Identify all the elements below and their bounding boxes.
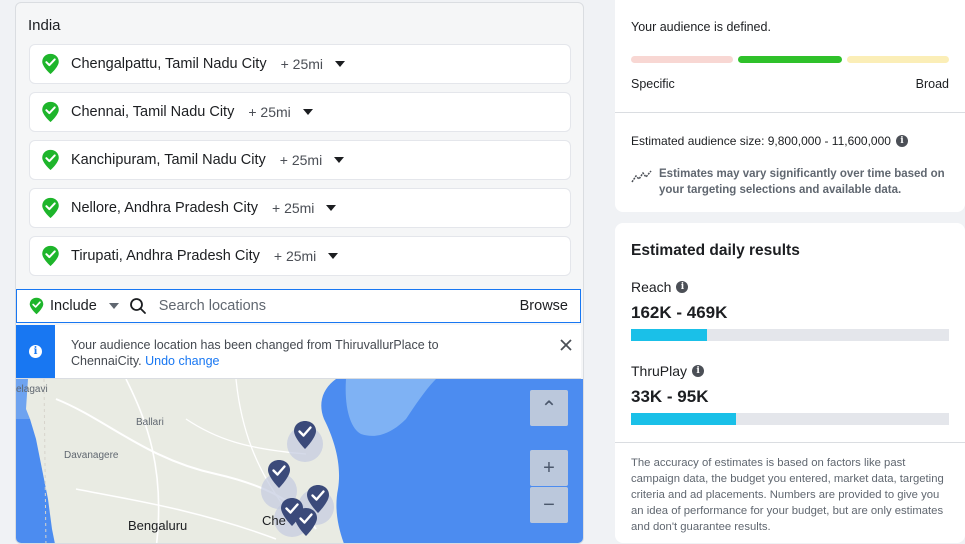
location-name: Chennai, Tamil Nadu City — [71, 104, 235, 120]
reach-label: Reach i — [631, 279, 689, 295]
location-name: Nellore, Andhra Pradesh City — [71, 200, 258, 216]
trend-icon — [631, 170, 652, 183]
location-pin-icon — [41, 197, 60, 219]
include-caret-icon[interactable] — [108, 303, 119, 309]
location-radius[interactable]: + 25mi — [248, 104, 290, 120]
broad-label: Broad — [915, 77, 949, 91]
close-icon[interactable] — [559, 338, 573, 352]
location-pin-icon — [41, 53, 60, 75]
location-pin-icon — [41, 101, 60, 123]
radius-dropdown-icon[interactable] — [328, 253, 339, 259]
audience-defined-text: Your audience is defined. — [631, 20, 771, 34]
info-icon[interactable]: i — [692, 365, 705, 377]
include-pin-icon[interactable] — [29, 297, 44, 315]
location-radius[interactable]: + 25mi — [274, 248, 316, 264]
notice-stripe: i — [16, 325, 55, 378]
meter-specific-segment — [631, 56, 733, 63]
map-zoom-out-button[interactable]: − — [530, 487, 568, 523]
search-icon — [129, 297, 147, 315]
location-radius[interactable]: + 25mi — [281, 56, 323, 72]
divider — [615, 112, 965, 113]
info-icon[interactable]: i — [676, 281, 689, 293]
notice-message: Your audience location has been changed … — [71, 337, 511, 369]
location-item[interactable]: Tirupati, Andhra Pradesh City + 25mi — [29, 236, 571, 276]
thruplay-label: ThruPlay i — [631, 363, 705, 379]
accuracy-disclaimer: The accuracy of estimates is based on fa… — [631, 457, 944, 533]
thruplay-bar-fill — [631, 413, 736, 425]
specific-label: Specific — [631, 77, 675, 91]
search-input[interactable] — [156, 297, 491, 315]
map-marker-icon[interactable] — [267, 459, 291, 489]
location-item[interactable]: Chennai, Tamil Nadu City + 25mi — [29, 92, 571, 132]
map-label: Bengaluru — [128, 518, 188, 533]
audience-definition-card: Your audience is defined. Specific Broad… — [615, 0, 965, 212]
results-title: Estimated daily results — [631, 242, 800, 259]
thruplay-bar — [631, 413, 949, 425]
location-pin-icon — [41, 245, 60, 267]
browse-button[interactable]: Browse — [520, 298, 568, 314]
map-label: Ballari — [136, 417, 164, 428]
location-radius[interactable]: + 25mi — [280, 152, 322, 168]
info-icon: i — [29, 345, 42, 358]
reach-label-text: Reach — [631, 279, 672, 295]
estimated-results-card: Estimated daily results Reach i 162K - 4… — [615, 223, 965, 543]
map-label: elagavi — [16, 384, 48, 395]
location-panel: India Chengalpattu, Tamil Nadu City + 25… — [15, 2, 584, 544]
radius-dropdown-icon[interactable] — [302, 109, 313, 115]
map-marker-icon[interactable] — [294, 507, 318, 537]
radius-dropdown-icon[interactable] — [335, 61, 346, 67]
thruplay-label-text: ThruPlay — [631, 363, 688, 379]
audience-size: Estimated audience size: 9,800,000 - 11,… — [631, 134, 908, 148]
map-marker-icon[interactable] — [293, 420, 317, 450]
thruplay-value: 33K - 95K — [631, 387, 709, 406]
reach-bar — [631, 329, 949, 341]
audience-size-text: Estimated audience size: 9,800,000 - 11,… — [631, 134, 891, 148]
location-name: Kanchipuram, Tamil Nadu City — [71, 152, 266, 168]
radius-dropdown-icon[interactable] — [326, 205, 337, 211]
estimates-vary-text: Estimates may vary significantly over ti… — [659, 168, 945, 196]
divider — [615, 442, 965, 443]
meter-active-segment — [738, 56, 842, 63]
notice-text: Your audience location has been changed … — [71, 338, 439, 368]
radius-dropdown-icon[interactable] — [334, 157, 345, 163]
location-pin-icon — [41, 149, 60, 171]
location-item[interactable]: Chengalpattu, Tamil Nadu City + 25mi — [29, 44, 571, 84]
location-name: Chengalpattu, Tamil Nadu City — [71, 56, 267, 72]
reach-bar-fill — [631, 329, 708, 341]
country-label: India — [28, 17, 61, 34]
location-name: Tirupati, Andhra Pradesh City — [71, 248, 260, 264]
location-map[interactable]: elagavi Ballari Davanagere Bengaluru Che… — [16, 379, 583, 543]
location-radius[interactable]: + 25mi — [272, 200, 314, 216]
undo-change-link[interactable]: Undo change — [145, 354, 219, 368]
location-change-notice: i Your audience location has been change… — [16, 325, 581, 379]
info-icon[interactable]: i — [895, 135, 908, 147]
include-dropdown[interactable]: Include — [50, 298, 97, 314]
reach-value: 162K - 469K — [631, 303, 728, 322]
map-label: Davanagere — [64, 450, 119, 461]
location-search-bar: Include Browse — [16, 289, 581, 323]
map-collapse-button[interactable]: ⌃ — [530, 390, 568, 426]
location-item[interactable]: Kanchipuram, Tamil Nadu City + 25mi — [29, 140, 571, 180]
map-zoom-in-button[interactable]: + — [530, 450, 568, 486]
meter-broad-segment — [847, 56, 949, 63]
location-item[interactable]: Nellore, Andhra Pradesh City + 25mi — [29, 188, 571, 228]
